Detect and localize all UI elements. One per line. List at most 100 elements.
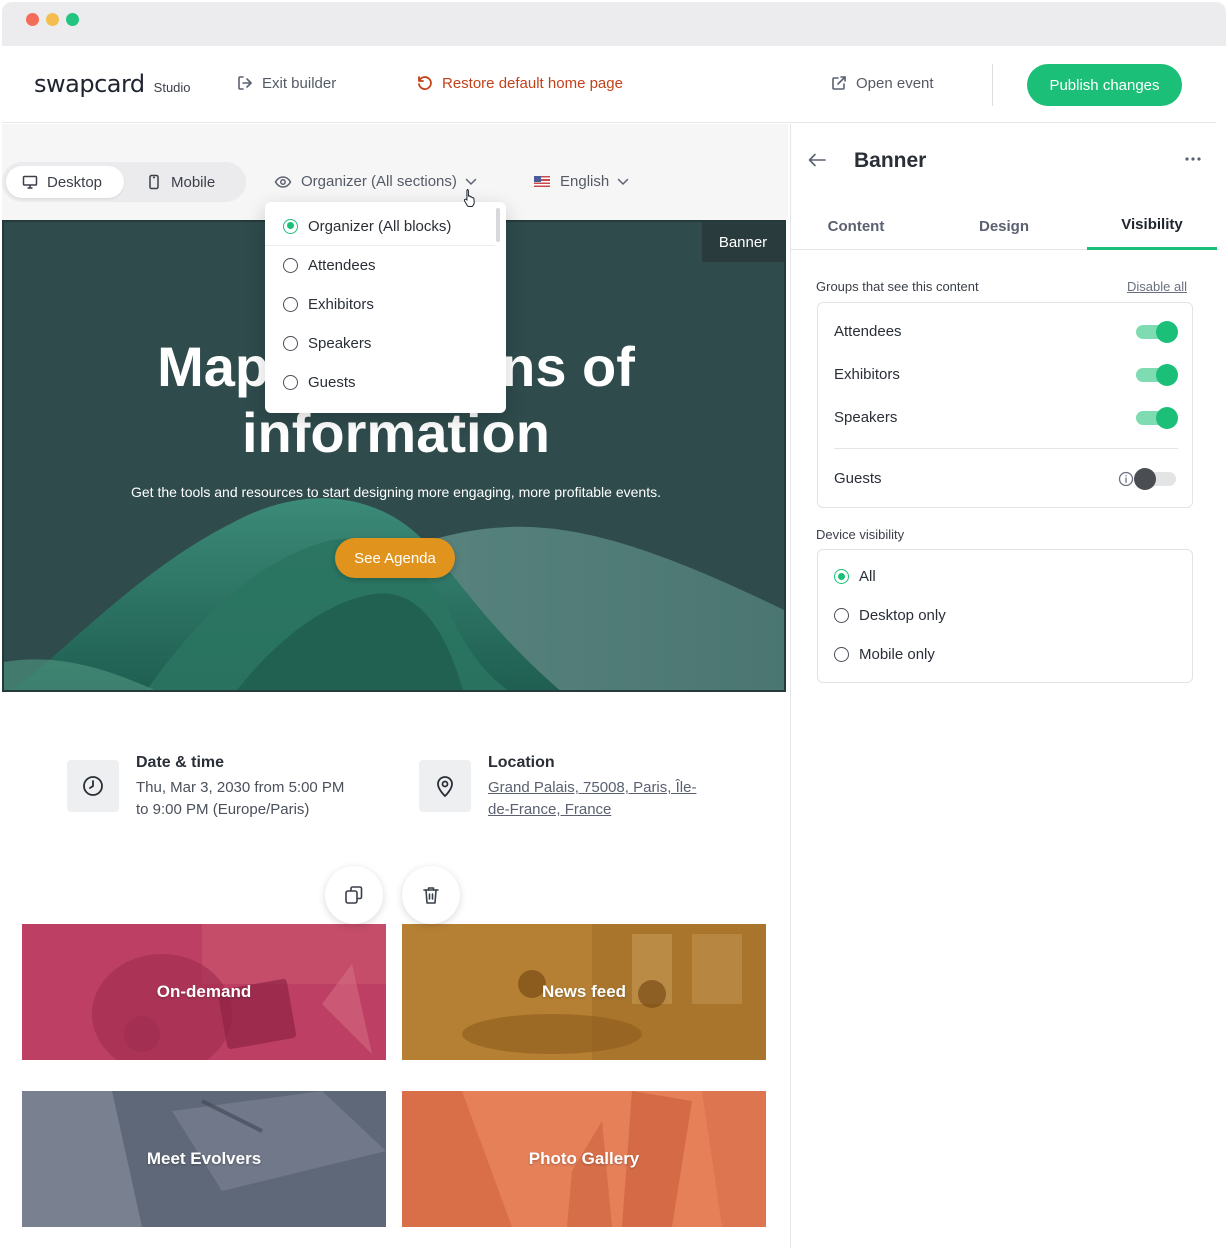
dropdown-option-guests[interactable]: Guests [265,363,495,402]
radio-icon [834,647,849,662]
toggle-knob [1156,320,1178,343]
header-divider [992,64,993,106]
attendees-toggle[interactable] [1136,320,1178,343]
clock-icon [83,776,103,796]
map-pin-icon [437,776,453,798]
toggle-knob [1156,406,1178,429]
dropdown-option-label: Organizer (All blocks) [308,217,452,235]
open-event-label: Open event [856,74,934,92]
minimize-window-dot[interactable] [46,13,59,26]
group-label: Exhibitors [834,366,900,383]
dropdown-option-label: Attendees [308,257,376,274]
device-option-desktop[interactable]: Desktop only [818,596,946,635]
disable-all-link[interactable]: Disable all [1127,279,1187,294]
radio-icon [834,608,849,623]
news-feed-card[interactable]: News feed [402,924,766,1060]
mobile-view-label: Mobile [171,173,216,191]
external-link-icon [832,76,846,90]
exit-builder-label: Exit builder [262,74,337,92]
group-row-attendees: Attendees [818,310,1192,353]
groups-box: Attendees Exhibitors Speakers Guests [817,302,1193,508]
location-icon-box [419,760,471,812]
guests-toggle[interactable] [1134,467,1176,490]
group-row-exhibitors: Exhibitors [818,353,1192,396]
group-row-speakers: Speakers [818,396,1192,439]
duplicate-block-button[interactable] [325,866,383,924]
dropdown-option-label: Exhibitors [308,296,374,313]
card-label: Meet Evolvers [146,1149,262,1168]
group-label: Attendees [834,323,902,340]
language-selector[interactable]: English [534,173,629,190]
location-title: Location [488,754,555,771]
info-icon[interactable] [1118,471,1134,487]
us-flag-icon [534,176,550,187]
group-label: Guests [834,470,882,487]
group-row-guests: Guests [818,457,1192,500]
card-label: News feed [541,982,627,1001]
audience-dropdown-menu: Organizer (All blocks) Attendees Exhibit… [265,202,506,413]
dropdown-scrollbar[interactable] [496,208,500,242]
device-option-mobile[interactable]: Mobile only [818,635,935,674]
dropdown-option-attendees[interactable]: Attendees [265,246,495,285]
more-options-icon[interactable] [1185,156,1201,162]
device-section-label: Device visibility [816,527,905,542]
desktop-view-button[interactable]: Desktop [6,166,124,198]
mobile-view-button[interactable]: Mobile [146,166,236,198]
dropdown-option-label: Speakers [308,335,372,352]
panel-tabs: Content Design Visibility [791,202,1219,250]
toggle-knob [1134,467,1156,490]
top-header: swapcard Studio Exit builder Restore def… [2,46,1216,123]
on-demand-card[interactable]: On-demand [22,924,386,1060]
see-agenda-button[interactable]: See Agenda [335,538,455,578]
tab-design[interactable]: Design [939,202,1069,250]
groups-section-label: Groups that see this content [816,279,979,294]
radio-icon [283,336,298,351]
monitor-icon [22,175,38,189]
dropdown-option-exhibitors[interactable]: Exhibitors [265,285,495,324]
radio-selected-icon [834,569,849,584]
toggle-knob [1156,363,1178,386]
phone-icon [149,174,159,190]
delete-block-button[interactable] [402,866,460,924]
dropdown-option-organizer[interactable]: Organizer (All blocks) [265,207,495,246]
close-window-dot[interactable] [26,13,39,26]
swapcard-logo[interactable]: swapcard Studio [34,70,191,98]
logo-wordmark: swapcard [34,70,145,98]
tab-content[interactable]: Content [791,202,921,250]
logo-studio-label: Studio [153,80,191,95]
exhibitors-toggle[interactable] [1136,363,1178,386]
tab-visibility[interactable]: Visibility [1087,202,1217,250]
radio-icon [283,297,298,312]
group-label: Speakers [834,409,898,426]
date-line-2: to 9:00 PM (Europe/Paris) [136,801,310,818]
date-line-1: Thu, Mar 3, 2030 from 5:00 PM [136,779,345,796]
trash-icon [423,887,439,904]
location-link-line-1[interactable]: Grand Palais, 75008, Paris, Île- [488,777,696,799]
chevron-down-icon [465,178,477,185]
open-event-button[interactable]: Open event [830,74,934,92]
eye-icon [274,175,292,188]
publish-changes-button[interactable]: Publish changes [1027,64,1182,106]
restore-default-button[interactable]: Restore default home page [416,74,623,92]
restore-icon [418,76,432,90]
photo-gallery-card[interactable]: Photo Gallery [402,1091,766,1227]
audience-view-label: Organizer (All sections) [301,173,457,190]
device-option-label: All [859,568,876,585]
app-window: swapcard Studio Exit builder Restore def… [2,2,1226,1248]
meet-evolvers-card[interactable]: Meet Evolvers [22,1091,386,1227]
card-label: Photo Gallery [528,1149,640,1168]
location-link-line-2[interactable]: de-France, France [488,799,611,821]
maximize-window-dot[interactable] [66,13,79,26]
radio-icon [283,258,298,273]
dropdown-option-speakers[interactable]: Speakers [265,324,495,363]
settings-panel: Banner Content Design Visibility Groups … [790,124,1219,1248]
language-label: English [560,173,610,190]
desktop-view-label: Desktop [47,173,103,191]
back-arrow-icon[interactable] [807,152,827,168]
hand-cursor-icon [463,189,475,207]
audience-view-selector[interactable]: Organizer (All sections) [274,173,477,190]
speakers-toggle[interactable] [1136,406,1178,429]
exit-icon [238,76,252,90]
device-option-all[interactable]: All [818,557,876,596]
exit-builder-button[interactable]: Exit builder [236,74,336,92]
